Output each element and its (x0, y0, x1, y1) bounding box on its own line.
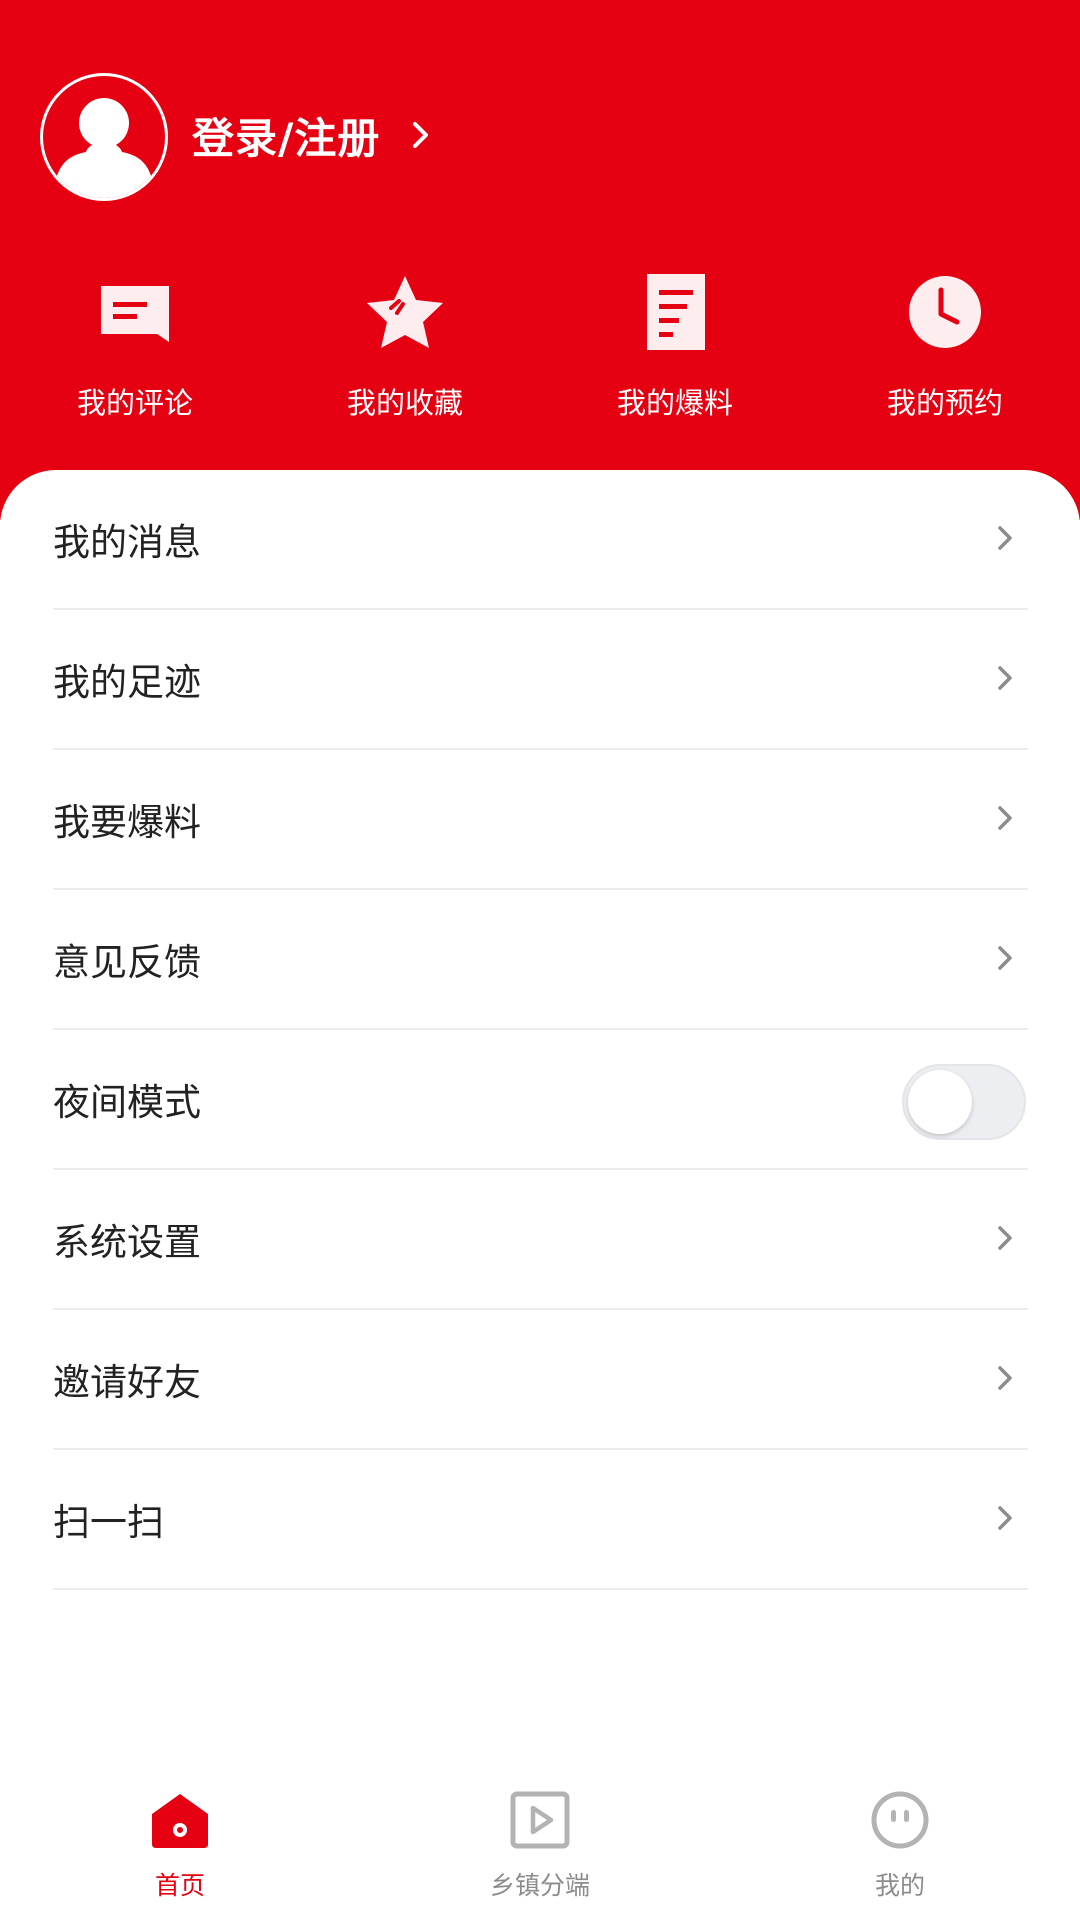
quick-action-favorites[interactable]: 我的收藏 (270, 268, 540, 438)
video-play-icon (510, 1791, 570, 1849)
tab-home[interactable]: 首页 (0, 1770, 360, 1920)
login-register-label: 登录/注册 (192, 113, 381, 163)
profile-header: 登录/注册 我的评论 我的收藏 我的爆料 我的预约 (0, 0, 1080, 520)
chevron-right-icon (998, 1366, 1012, 1390)
chevron-right-icon (998, 666, 1012, 690)
menu-item-label: 邀请好友 (53, 1361, 201, 1404)
tab-mine[interactable]: 我的 (720, 1770, 1080, 1920)
menu-item-label: 我的足迹 (53, 661, 201, 704)
bottom-tab-bar: 首页 乡镇分端 我的 (0, 1770, 1080, 1920)
tab-label: 首页 (154, 1871, 205, 1900)
login-register-link[interactable]: 登录/注册 (192, 105, 432, 165)
quick-action-label: 我的收藏 (346, 386, 463, 420)
quick-action-tipoffs[interactable]: 我的爆料 (540, 268, 810, 438)
settings-menu: 我的消息 我的足迹 我要爆料 意见反馈 夜间模式 系统设置 邀请好友 扫一扫 (53, 470, 1028, 1590)
document-icon (647, 274, 705, 350)
menu-item-submit-tip[interactable]: 我要爆料 (53, 750, 1028, 890)
toggle-knob (908, 1070, 972, 1134)
chevron-right-icon (998, 1506, 1012, 1530)
menu-item-history[interactable]: 我的足迹 (53, 610, 1028, 750)
menu-item-scan[interactable]: 扫一扫 (53, 1450, 1028, 1590)
menu-item-feedback[interactable]: 意见反馈 (53, 890, 1028, 1030)
menu-item-label: 夜间模式 (53, 1081, 201, 1124)
star-icon (367, 276, 443, 348)
chevron-right-icon (998, 946, 1012, 970)
menu-card: 我的消息 我的足迹 我要爆料 意见反馈 夜间模式 系统设置 邀请好友 扫一扫 (0, 470, 1080, 1770)
chevron-right-icon (998, 1226, 1012, 1250)
comment-icon (101, 286, 169, 342)
menu-item-label: 系统设置 (53, 1221, 201, 1264)
default-user-avatar-icon (53, 98, 155, 198)
quick-action-reservations[interactable]: 我的预约 (810, 268, 1080, 438)
quick-action-comments[interactable]: 我的评论 (0, 268, 270, 438)
chevron-right-icon (413, 122, 429, 148)
tab-township[interactable]: 乡镇分端 (360, 1770, 720, 1920)
chevron-right-icon (998, 806, 1012, 830)
clock-icon (909, 276, 981, 348)
menu-item-settings[interactable]: 系统设置 (53, 1170, 1028, 1310)
menu-item-label: 我的消息 (53, 521, 201, 564)
menu-item-invite-friends[interactable]: 邀请好友 (53, 1310, 1028, 1450)
night-mode-toggle[interactable] (902, 1064, 1026, 1140)
home-icon (152, 1794, 208, 1848)
menu-item-label: 我要爆料 (53, 801, 201, 844)
menu-item-night-mode: 夜间模式 (53, 1030, 1028, 1170)
tab-label: 我的 (874, 1871, 925, 1900)
quick-action-label: 我的评论 (76, 386, 193, 420)
quick-action-label: 我的爆料 (616, 386, 733, 420)
quick-actions: 我的评论 我的收藏 我的爆料 我的预约 (0, 268, 1080, 438)
avatar[interactable] (40, 73, 168, 201)
tab-label: 乡镇分端 (489, 1871, 590, 1900)
menu-item-messages[interactable]: 我的消息 (53, 470, 1028, 610)
face-icon (871, 1791, 929, 1849)
quick-action-label: 我的预约 (886, 386, 1003, 420)
chevron-right-icon (998, 526, 1012, 550)
menu-item-label: 扫一扫 (53, 1501, 164, 1544)
menu-item-label: 意见反馈 (53, 941, 201, 984)
